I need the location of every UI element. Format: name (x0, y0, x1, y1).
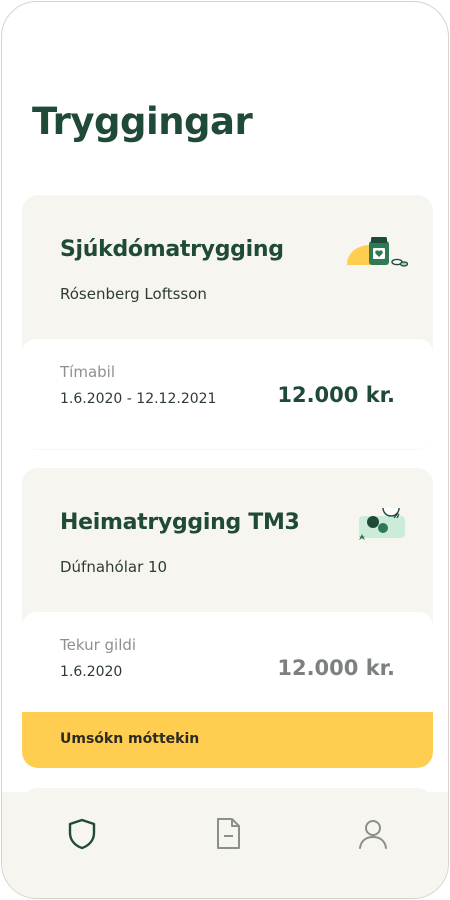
nav-tab-profile[interactable] (353, 814, 393, 854)
policy-card-details: Tekur gildi 1.6.2020 12.000 kr. (22, 612, 433, 722)
policy-card-details: Tímabil 1.6.2020 - 12.12.2021 12.000 kr. (22, 339, 433, 449)
user-icon (359, 820, 387, 849)
period-dates: 1.6.2020 - 12.12.2021 (60, 391, 217, 407)
bottom-nav (2, 792, 448, 898)
nav-tab-insurance[interactable] (62, 814, 102, 854)
policy-name: Sjúkdómatrygging (60, 237, 284, 262)
shield-icon (68, 818, 96, 850)
effective-date: 1.6.2020 (60, 664, 123, 680)
policy-holder: Rósenberg Loftsson (60, 285, 207, 303)
status-text: Umsókn móttekin (60, 731, 200, 747)
period-label: Tímabil (60, 363, 115, 381)
policy-holder: Dúfnahólar 10 (60, 558, 168, 576)
status-banner: Umsókn móttekin (22, 712, 433, 768)
policy-price: 12.000 kr. (277, 383, 395, 407)
nav-tab-documents[interactable] (208, 814, 248, 854)
medicine-bottle-icon (345, 235, 409, 275)
policy-card-heimatrygging[interactable]: Heimatrygging TM3 Dúfnahólar 10 Tekur gi… (22, 468, 433, 768)
policy-card-sjukdomatrygging[interactable]: Sjúkdómatrygging Rósenberg Loftsson Tíma… (22, 195, 433, 450)
policy-name: Heimatrygging TM3 (60, 510, 300, 535)
document-icon (217, 818, 240, 849)
policy-price: 12.000 kr. (277, 656, 395, 680)
home-items-icon (353, 499, 409, 552)
phone-frame: Tryggingar Sjúkdómatrygging Rósenberg Lo… (1, 1, 449, 899)
effective-label: Tekur gildi (60, 636, 137, 654)
page-title: Tryggingar (32, 100, 253, 143)
